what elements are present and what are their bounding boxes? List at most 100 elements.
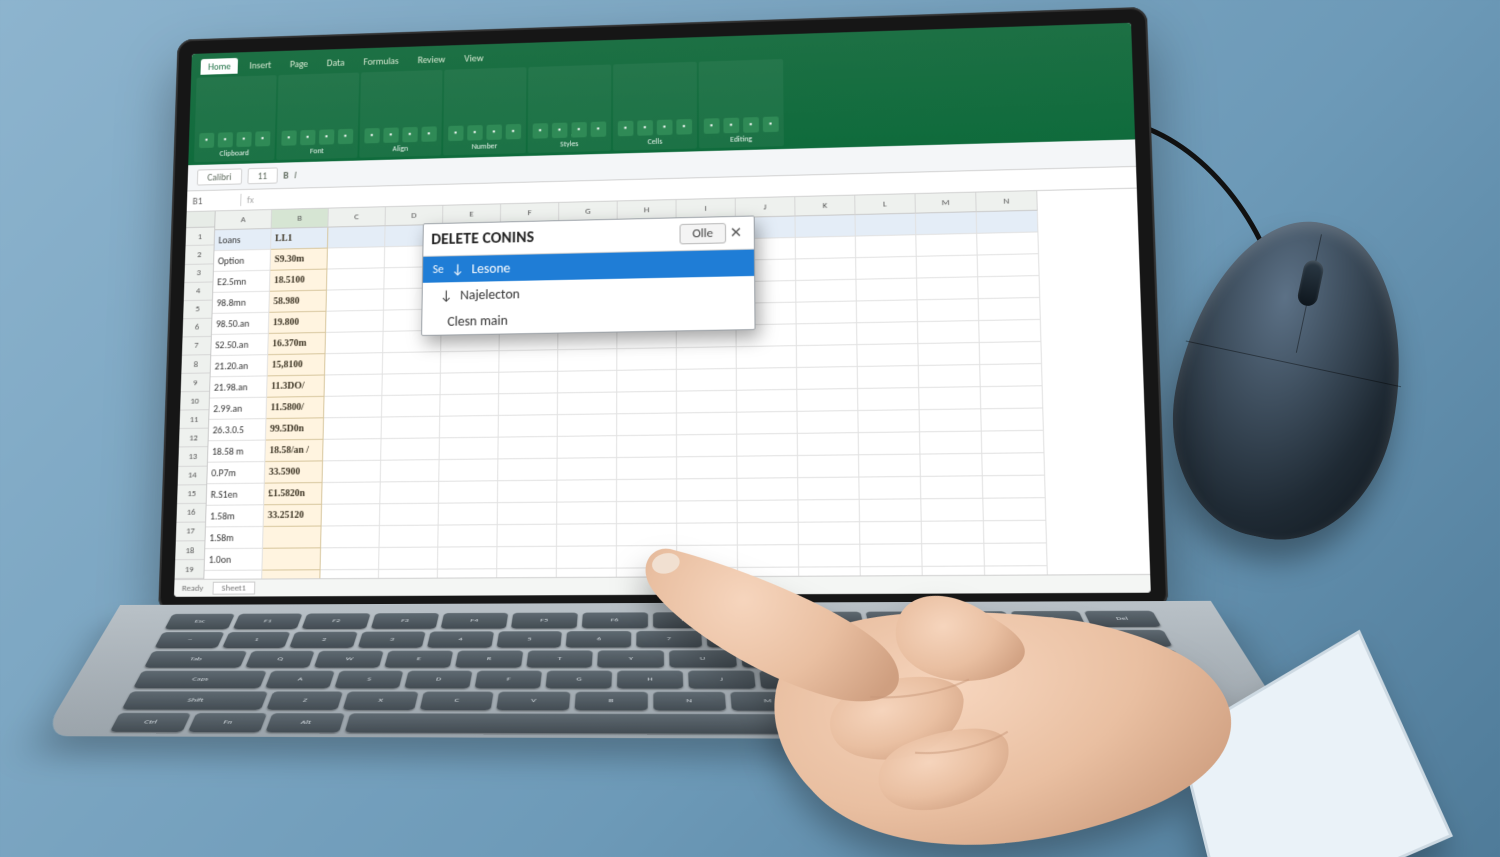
cell[interactable]: [918, 321, 980, 344]
cell[interactable]: [977, 232, 1039, 255]
ribbon-tab-insert[interactable]: Insert: [242, 57, 279, 74]
cell[interactable]: [617, 435, 677, 458]
row-header[interactable]: 2: [185, 246, 214, 265]
cell[interactable]: [798, 455, 859, 478]
cell[interactable]: [858, 410, 920, 433]
cell[interactable]: [737, 346, 797, 369]
cell[interactable]: E2.5mn: [213, 271, 270, 293]
cell[interactable]: [617, 502, 677, 525]
cell[interactable]: [677, 479, 738, 502]
cell[interactable]: [499, 372, 558, 395]
cell[interactable]: [982, 431, 1045, 454]
cell[interactable]: [860, 522, 922, 545]
cell[interactable]: [677, 413, 737, 436]
cell[interactable]: 21.20.an: [211, 355, 269, 377]
cell[interactable]: [328, 226, 386, 248]
cell[interactable]: 18.5100: [270, 270, 328, 292]
cell[interactable]: [498, 437, 557, 460]
cell[interactable]: [677, 435, 737, 458]
cell[interactable]: [677, 457, 737, 480]
row-header[interactable]: 14: [178, 466, 207, 485]
cell[interactable]: [798, 433, 859, 456]
cell[interactable]: [440, 416, 499, 438]
cell[interactable]: [737, 434, 798, 457]
column-header[interactable]: N: [976, 191, 1038, 212]
ribbon-icon[interactable]: ▪: [723, 118, 739, 134]
cell[interactable]: [799, 522, 861, 545]
cell[interactable]: [498, 459, 557, 482]
cell[interactable]: [326, 289, 384, 311]
cell[interactable]: [617, 457, 677, 480]
cell[interactable]: [919, 365, 981, 388]
cell[interactable]: [499, 350, 558, 373]
cell[interactable]: [499, 393, 558, 416]
close-icon[interactable]: ✕: [726, 223, 746, 243]
sheet-tab[interactable]: Sheet1: [213, 582, 255, 595]
cell[interactable]: [796, 301, 857, 324]
cell[interactable]: [920, 409, 982, 432]
cell[interactable]: [382, 395, 441, 417]
cell[interactable]: [984, 543, 1047, 566]
cell[interactable]: [858, 388, 920, 411]
cell[interactable]: [677, 347, 737, 370]
cell[interactable]: [796, 258, 857, 281]
cell[interactable]: [917, 256, 978, 279]
row-header[interactable]: 16: [176, 504, 205, 523]
ribbon-icon[interactable]: ▪: [486, 124, 502, 140]
ribbon-icon[interactable]: ▪: [467, 125, 483, 141]
cell[interactable]: [382, 374, 441, 396]
cell[interactable]: [857, 344, 918, 367]
cell[interactable]: [497, 547, 557, 570]
cell[interactable]: [738, 523, 799, 546]
cell[interactable]: 1.58m: [206, 505, 264, 527]
cell[interactable]: [737, 456, 798, 479]
cell[interactable]: [856, 214, 917, 237]
ribbon-icon[interactable]: ▪: [591, 121, 607, 137]
cell[interactable]: [677, 369, 737, 392]
cell[interactable]: [327, 268, 385, 290]
cell[interactable]: R.S1en: [207, 484, 265, 506]
cell[interactable]: 33.25120: [264, 505, 322, 527]
cell[interactable]: £1.5820n: [264, 483, 322, 505]
row-header[interactable]: 17: [176, 522, 205, 541]
name-box[interactable]: B1: [187, 194, 242, 208]
cell[interactable]: [916, 234, 977, 257]
cell[interactable]: [558, 414, 618, 437]
cell[interactable]: 26.3.0.5: [209, 419, 267, 441]
cell[interactable]: [980, 342, 1042, 365]
ribbon-icon[interactable]: ▪: [319, 129, 334, 144]
row-header[interactable]: 13: [178, 448, 207, 467]
column-header[interactable]: C: [328, 207, 386, 227]
cell[interactable]: [737, 390, 798, 413]
cell[interactable]: [917, 277, 979, 300]
cell[interactable]: [321, 526, 380, 548]
cell[interactable]: [795, 215, 855, 238]
cell[interactable]: [325, 353, 383, 375]
cell[interactable]: [922, 521, 985, 544]
context-menu-ok-button[interactable]: Olle: [679, 223, 726, 244]
cell[interactable]: [677, 391, 737, 414]
ribbon-tab-formulas[interactable]: Formulas: [356, 52, 407, 69]
select-all-corner[interactable]: [186, 211, 215, 228]
cell[interactable]: [796, 237, 856, 260]
cell[interactable]: [440, 394, 499, 416]
ribbon-icon[interactable]: ▪: [618, 121, 634, 137]
cell[interactable]: [498, 503, 558, 526]
cell[interactable]: [440, 438, 499, 460]
row-header[interactable]: 4: [184, 282, 213, 301]
context-menu-item[interactable]: Clesn main: [422, 302, 754, 335]
size-box[interactable]: 11: [247, 167, 278, 184]
cell[interactable]: [322, 482, 381, 504]
cell[interactable]: [557, 502, 617, 525]
cell[interactable]: [920, 454, 982, 477]
bold-icon[interactable]: B: [283, 169, 289, 181]
cell[interactable]: [798, 478, 859, 501]
ribbon-icon[interactable]: ▪: [421, 126, 436, 142]
cell[interactable]: [499, 415, 558, 438]
cell[interactable]: [263, 527, 322, 549]
cell[interactable]: [921, 476, 983, 499]
cell[interactable]: [326, 311, 384, 333]
cell[interactable]: [557, 524, 617, 547]
cell[interactable]: [860, 499, 922, 522]
cell[interactable]: [379, 548, 438, 570]
